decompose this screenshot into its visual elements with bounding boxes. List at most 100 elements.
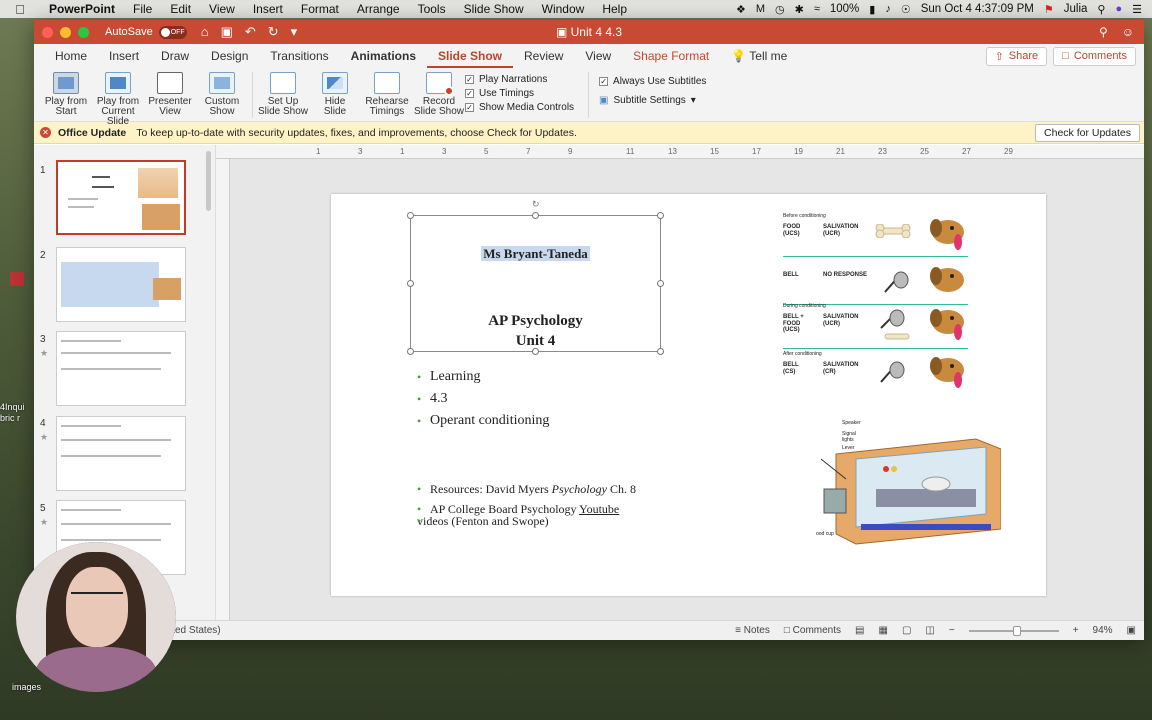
hide-slide-button[interactable]: Hide Slide [309,72,361,117]
menu-view[interactable]: View [200,2,244,16]
slide-canvas[interactable]: 131 357 9 11 13 15 17 19 21 23 25 27 29 ↻ [216,145,1144,620]
tab-design[interactable]: Design [200,44,259,68]
menu-slide-show[interactable]: Slide Show [455,2,533,16]
thumbnail-scrollbar[interactable] [206,151,211,211]
home-icon[interactable]: ⌂ [201,24,209,40]
tab-draw[interactable]: Draw [150,44,200,68]
title-text-box[interactable]: ↻ Ms Bryant-Taneda AP Psychology Unit 4 [407,199,664,355]
slide-thumbnail-4[interactable] [56,416,186,491]
presenter-view-button[interactable]: Presenter View [144,72,196,117]
close-icon[interactable]: ✕ [40,127,51,138]
resources-text-box[interactable]: Resources: David Myers Psychology Ch. 8 … [417,482,636,534]
fit-slide-icon[interactable]: ▣ [1127,625,1136,636]
horizontal-ruler[interactable]: 131 357 9 11 13 15 17 19 21 23 25 27 29 [216,145,1144,159]
menu-tools[interactable]: Tools [409,2,455,16]
tab-shape-format[interactable]: Shape Format [622,44,720,68]
menu-arrange[interactable]: Arrange [348,2,409,16]
menu-format[interactable]: Format [292,2,348,16]
vertical-ruler[interactable] [216,159,230,620]
play-from-start-button[interactable]: Play from Start [40,72,92,117]
extensions-icon[interactable]: ❖ [736,3,746,16]
apple-menu-icon[interactable]:  [0,2,40,17]
tab-slide-show[interactable]: Slide Show [427,44,514,68]
menu-app-name[interactable]: PowerPoint [40,2,124,16]
resize-handle[interactable] [407,212,414,219]
tab-transitions[interactable]: Transitions [259,44,339,68]
notification-center-icon[interactable]: ☰ [1132,3,1142,16]
menu-edit[interactable]: Edit [161,2,200,16]
tab-animations[interactable]: Animations [340,44,427,68]
siri-icon[interactable]: ● [1115,3,1122,15]
resize-handle[interactable] [657,280,664,287]
use-timings-checkbox[interactable]: ✓ Use Timings [465,88,574,99]
customize-toolbar-icon[interactable]: ▾ [291,24,298,40]
zoom-out-icon[interactable]: − [949,625,955,636]
language-indicator[interactable]: ited States) [170,625,221,636]
slide-thumbnail-2[interactable] [56,247,186,322]
resize-handle[interactable] [532,212,539,219]
comments-status-button[interactable]: □ Comments [784,625,841,636]
classical-conditioning-diagram[interactable]: Before conditioning FOOD (UCS) SALIVATIO… [783,213,968,406]
zoom-level[interactable]: 94% [1093,625,1113,636]
tab-view[interactable]: View [574,44,622,68]
slide-title[interactable]: AP Psychology Unit 4 [411,311,660,351]
time-machine-icon[interactable]: ◷ [775,3,785,16]
user-name[interactable]: Julia [1064,3,1088,15]
zoom-slider-knob[interactable] [1012,625,1021,636]
tab-home[interactable]: Home [44,44,98,68]
notes-button[interactable]: ≡ Notes [735,625,770,636]
smiley-feedback-icon[interactable]: ☺ [1122,25,1134,39]
tab-insert[interactable]: Insert [98,44,150,68]
teacher-name[interactable]: Ms Bryant-Taneda [411,246,660,262]
desktop-file-label-1[interactable]: 4Inqui [0,402,25,412]
clock[interactable]: Sun Oct 4 4:37:09 PM [921,3,1034,15]
menu-window[interactable]: Window [533,2,594,16]
flag-icon[interactable]: ⚑ [1044,3,1054,16]
slide-sorter-icon[interactable]: ▦ [878,625,887,636]
subtitle-settings-dropdown[interactable]: ▣ Subtitle Settings ▾ [599,95,706,106]
save-icon[interactable]: ▣ [221,24,233,40]
desktop-file-label-images[interactable]: images [12,682,41,692]
share-button[interactable]: ⇧ Share [985,46,1048,66]
battery-icon[interactable]: ▮ [869,3,875,16]
menu-help[interactable]: Help [593,2,636,16]
comments-button[interactable]: □ Comments [1053,46,1136,66]
vpn-icon[interactable]: ☉ [901,3,911,16]
set-up-slide-show-button[interactable]: Set Up Slide Show [257,72,309,117]
menu-file[interactable]: File [124,2,161,16]
minimize-window-button[interactable] [60,26,71,38]
rotate-handle-icon[interactable]: ↻ [532,199,540,210]
bluetooth-icon[interactable]: ✱ [795,3,804,16]
zoom-in-icon[interactable]: + [1073,625,1079,636]
undo-icon[interactable]: ↶ [245,24,256,40]
slide-1[interactable]: ↻ Ms Bryant-Taneda AP Psychology Unit 4 [331,194,1046,596]
play-from-current-slide-button[interactable]: Play from Current Slide [92,72,144,127]
wifi-icon[interactable]: ≈ [814,3,820,15]
record-slide-show-button[interactable]: Record Slide Show [413,72,465,117]
check-for-updates-button[interactable]: Check for Updates [1035,123,1140,142]
resize-handle[interactable] [657,212,664,219]
rehearse-timings-button[interactable]: Rehearse Timings [361,72,413,117]
reading-view-icon[interactable]: ▢ [902,625,911,636]
desktop-file-icon[interactable] [10,272,24,286]
slide-show-icon[interactable]: ◫ [925,625,934,636]
redo-icon[interactable]: ↻ [268,24,279,40]
close-window-button[interactable] [42,26,53,38]
skinner-box-illustration[interactable]: Speaker Signal lights Lever ood cup [816,419,1002,549]
play-narrations-checkbox[interactable]: ✓ Play Narrations [465,74,574,85]
spotlight-search-icon[interactable]: ⚲ [1097,3,1105,16]
normal-view-icon[interactable]: ▤ [855,625,864,636]
desktop-file-label-2[interactable]: bric r [0,413,20,423]
always-use-subtitles-checkbox[interactable]: ✓ Always Use Subtitles [599,76,706,87]
slide-thumbnail-3[interactable] [56,331,186,406]
autosave-toggle[interactable]: OFF [158,25,187,39]
show-media-controls-checkbox[interactable]: ✓ Show Media Controls [465,102,574,113]
slide-thumbnail-1[interactable] [56,160,186,235]
zoom-window-button[interactable] [78,26,89,38]
topic-bullet-list[interactable]: Learning 4.3 Operant conditioning [417,369,549,435]
tell-me-box[interactable]: 💡 Tell me [720,44,798,68]
zoom-slider[interactable] [968,625,1059,636]
malwarebytes-icon[interactable]: M [756,3,765,15]
search-icon[interactable]: ⚲ [1099,25,1108,39]
custom-show-button[interactable]: Custom Show [196,72,248,117]
